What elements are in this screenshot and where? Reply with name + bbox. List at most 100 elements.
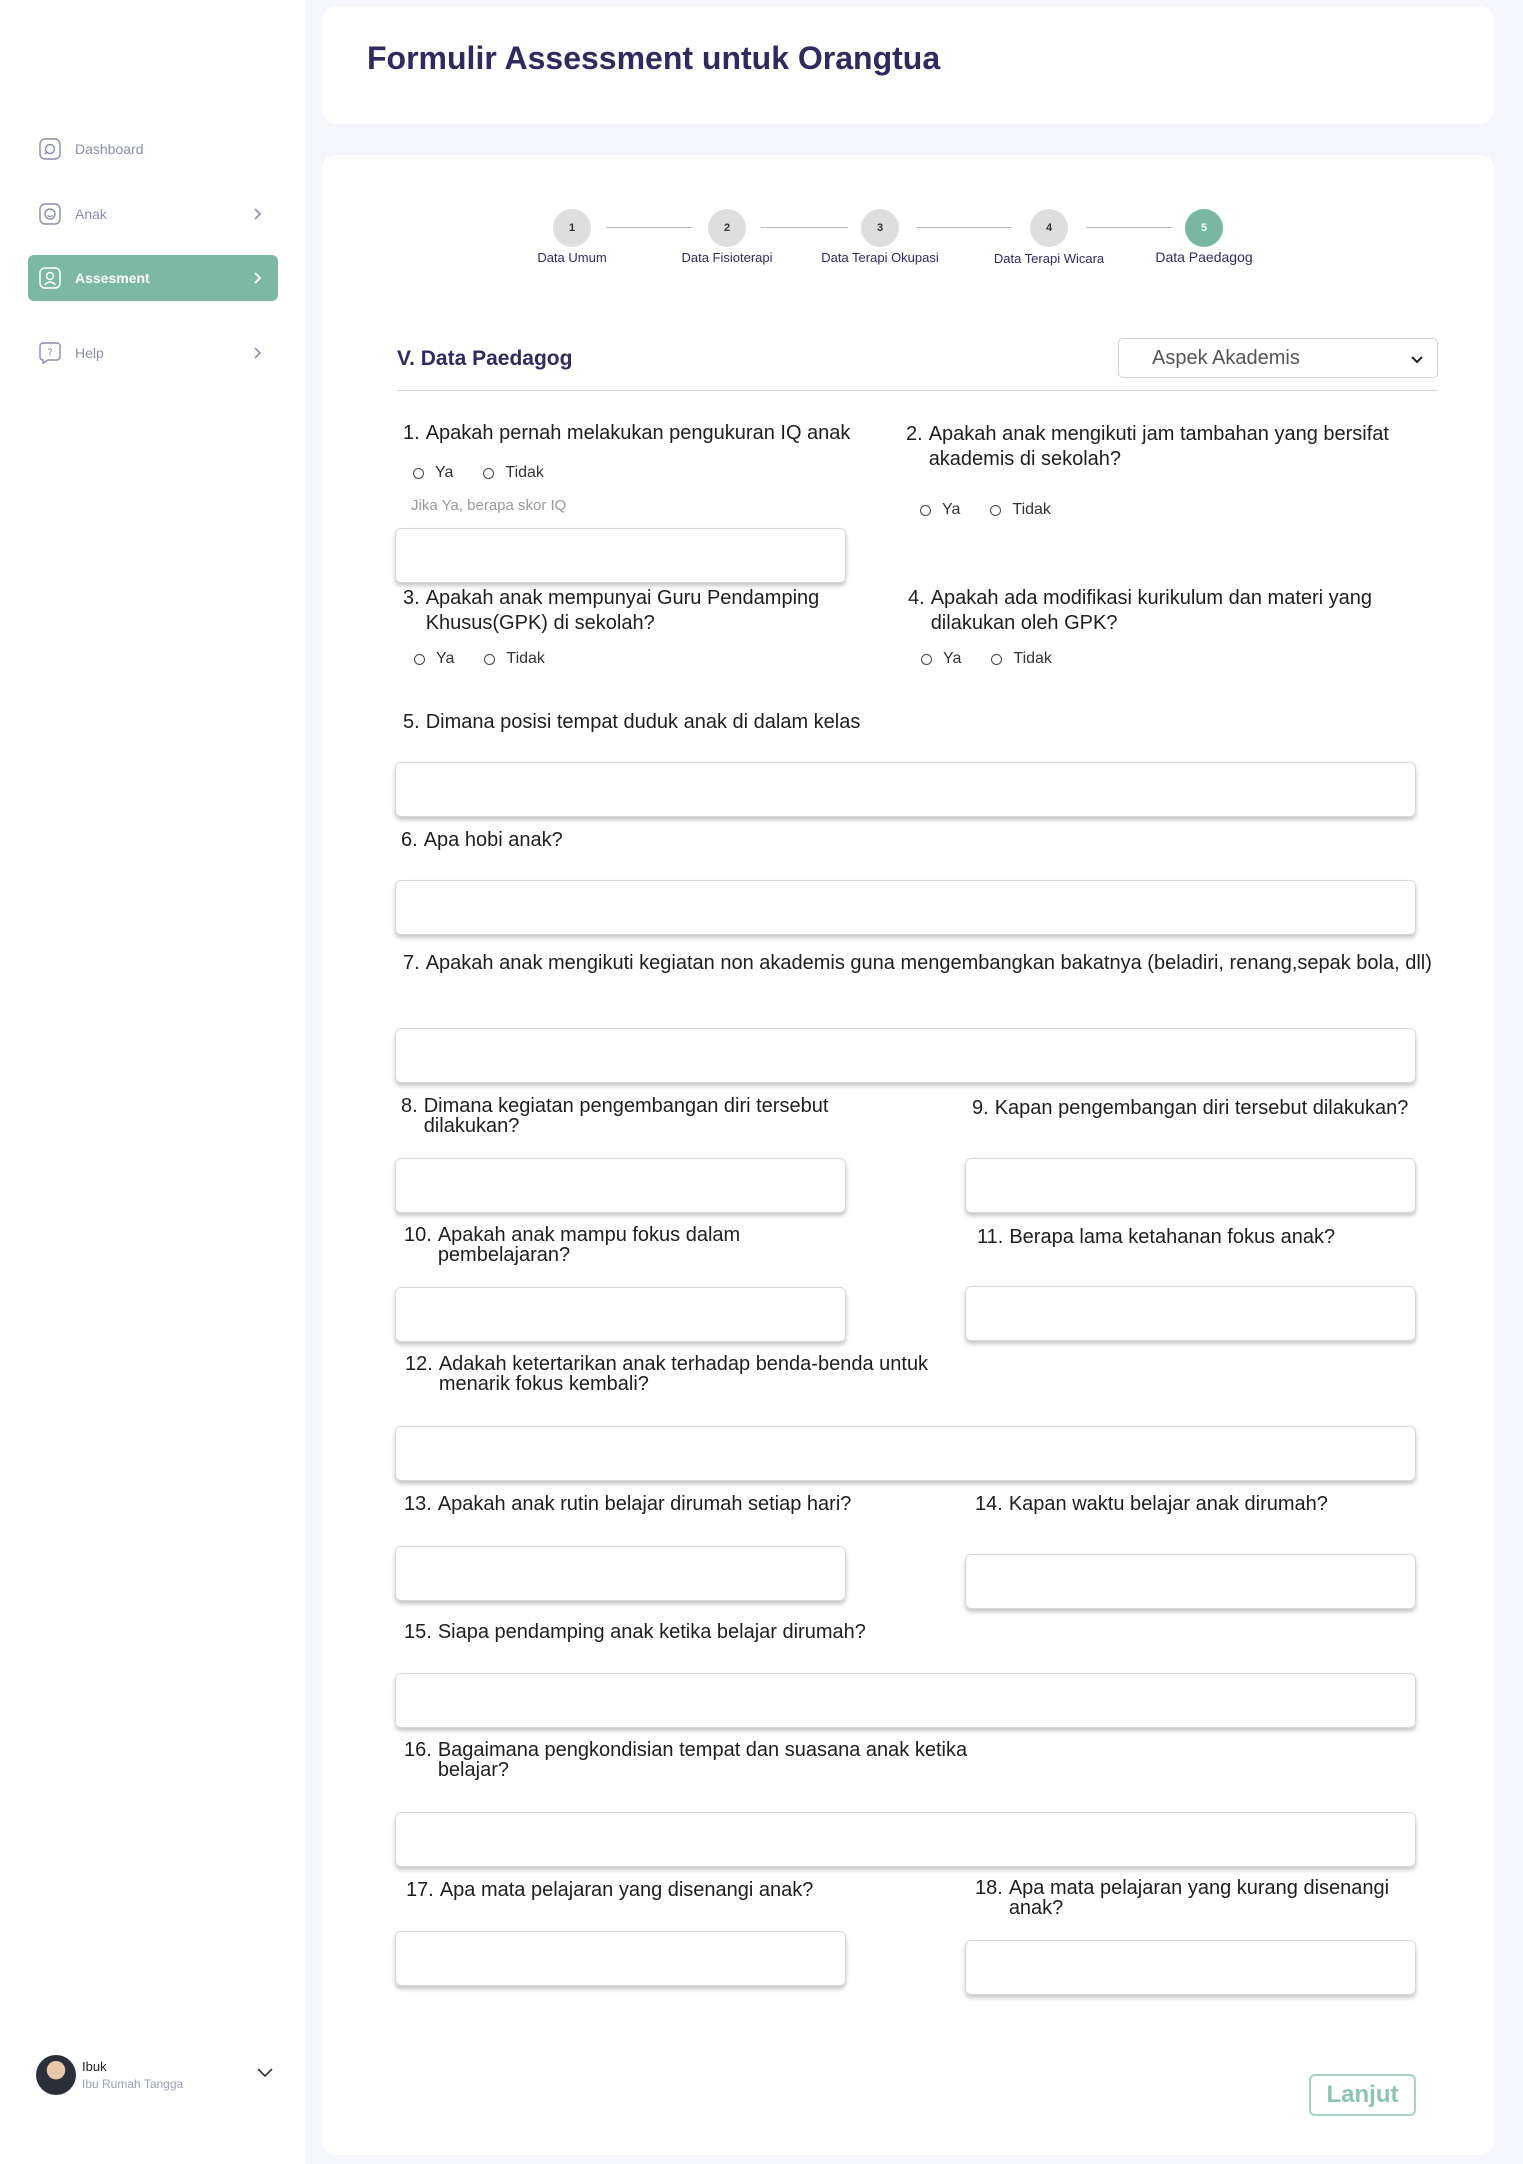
seat-position-input[interactable] <box>395 762 1416 817</box>
stepper: 1 2 3 4 5 Data Umum Data Fisioterapi Dat… <box>323 155 1493 285</box>
next-button[interactable]: Lanjut <box>1309 2074 1416 2116</box>
radio-circle-icon <box>990 504 1002 516</box>
question-number: 3. <box>403 587 420 609</box>
sidebar-item-help[interactable]: ? Help <box>28 330 278 376</box>
avatar <box>36 2055 76 2095</box>
chevron-down-icon[interactable] <box>256 2066 274 2084</box>
question-number: 15. <box>404 1621 432 1643</box>
question-text: Kapan waktu belajar anak dirumah? <box>1008 1493 1328 1515</box>
question-number: 17. <box>406 1879 434 1901</box>
question-text: Apakah anak mengikuti kegiatan non akade… <box>425 952 1432 974</box>
study-time-input[interactable] <box>965 1554 1416 1609</box>
non-academic-activity-input[interactable] <box>395 1028 1416 1083</box>
question-12: 12. Adakah ketertarikan anak terhadap be… <box>405 1354 965 1394</box>
question-text: Apa mata pelajaran yang kurang disenangi… <box>1008 1877 1390 1919</box>
routine-study-input[interactable] <box>395 1546 846 1601</box>
step-1-circle[interactable]: 1 <box>553 209 591 247</box>
focus-duration-input[interactable] <box>965 1286 1416 1341</box>
sidebar-item-dashboard[interactable]: Dashboard <box>28 126 278 172</box>
self-development-time-input[interactable] <box>965 1158 1416 1213</box>
dashboard-icon <box>38 138 61 161</box>
question-17: 17. Apa mata pelajaran yang disenangi an… <box>406 1878 926 1903</box>
chevron-right-icon <box>248 271 268 285</box>
radio-circle-icon <box>483 467 495 479</box>
assessment-form-card: 1 2 3 4 5 Data Umum Data Fisioterapi Dat… <box>323 155 1493 2155</box>
question-text: Kapan pengembangan diri tersebut dilakuk… <box>994 1097 1409 1119</box>
study-environment-input[interactable] <box>395 1812 1416 1867</box>
radio-label: Ya <box>436 650 455 667</box>
question-number: 12. <box>405 1353 433 1375</box>
focus-object-input[interactable] <box>395 1426 1416 1481</box>
radio-ya[interactable]: Ya <box>414 650 454 668</box>
question-text: Apakah pernah melakukan pengukuran IQ an… <box>425 422 851 444</box>
question-16: 16. Bagaimana pengkondisian tempat dan s… <box>404 1740 1024 1780</box>
iq-hint: Jika Ya, berapa skor IQ <box>411 497 567 514</box>
step-4-circle[interactable]: 4 <box>1030 209 1068 247</box>
user-role: Ibu Rumah Tangga <box>82 2077 184 2091</box>
question-number: 14. <box>975 1493 1003 1515</box>
question-13: 13. Apakah anak rutin belajar dirumah se… <box>404 1492 924 1517</box>
question-number: 16. <box>404 1739 432 1761</box>
help-icon: ? <box>38 342 61 365</box>
sidebar-item-label: Anak <box>75 206 107 222</box>
user-name: Ibuk <box>82 2059 107 2074</box>
radio-label: Ya <box>942 501 961 518</box>
question-text: Apakah anak rutin belajar dirumah setiap… <box>437 1493 852 1515</box>
sidebar-item-anak[interactable]: Anak <box>28 191 278 237</box>
step-1-label: Data Umum <box>537 250 607 265</box>
radio-label: Tidak <box>506 650 545 667</box>
sidebar-item-assesment[interactable]: Assesment <box>28 255 278 301</box>
step-connector <box>606 227 693 228</box>
radio-label: Tidak <box>1012 501 1051 518</box>
user-profile[interactable]: Ibuk Ibu Rumah Tangga <box>36 2052 286 2098</box>
question-number: 11. <box>977 1226 1004 1248</box>
step-3-label: Data Terapi Okupasi <box>821 250 939 265</box>
question-number: 8. <box>401 1095 418 1117</box>
radio-circle-icon <box>414 653 425 665</box>
focus-ability-input[interactable] <box>395 1287 846 1342</box>
divider <box>397 390 1438 391</box>
favorite-subject-input[interactable] <box>395 1931 846 1986</box>
question-number: 13. <box>404 1493 432 1515</box>
radio-tidak[interactable]: Tidak <box>483 464 544 482</box>
question-number: 1. <box>403 422 420 444</box>
question-number: 4. <box>908 587 925 609</box>
question-11: 11. Berapa lama ketahanan fokus anak? <box>977 1225 1437 1250</box>
question-text: Adakah ketertarikan anak terhadap benda-… <box>438 1353 929 1395</box>
radio-label: Ya <box>435 464 454 481</box>
question-text: Apakah anak mampu fokus dalam pembelajar… <box>437 1224 741 1266</box>
question-text: Siapa pendamping anak ketika belajar dir… <box>437 1621 866 1643</box>
iq-score-input[interactable] <box>395 528 846 583</box>
child-icon <box>38 203 61 226</box>
question-number: 5. <box>403 711 420 733</box>
question-text: Apakah anak mengikuti jam tambahan yang … <box>928 423 1389 470</box>
question-number: 6. <box>401 829 418 851</box>
step-5-label: Data Paedagog <box>1155 249 1253 265</box>
radio-ya[interactable]: Ya <box>413 464 453 482</box>
radio-tidak[interactable]: Tidak <box>990 501 1051 519</box>
chevron-right-icon <box>248 207 268 221</box>
assessment-icon <box>38 267 61 290</box>
question-10: 10. Apakah anak mampu fokus dalam pembel… <box>404 1225 824 1265</box>
radio-ya[interactable]: Ya <box>920 501 960 519</box>
step-2-circle[interactable]: 2 <box>708 209 746 247</box>
sidebar-item-label: Help <box>75 345 104 361</box>
question-text: Bagaimana pengkondisian tempat dan suasa… <box>437 1739 968 1781</box>
radio-tidak[interactable]: Tidak <box>991 650 1052 668</box>
aspect-select[interactable]: Aspek Akademis <box>1118 338 1438 378</box>
radio-ya[interactable]: Ya <box>921 650 961 668</box>
study-companion-input[interactable] <box>395 1673 1416 1728</box>
step-3-circle[interactable]: 3 <box>861 209 899 247</box>
question-text: Apa hobi anak? <box>423 829 563 851</box>
step-5-circle[interactable]: 5 <box>1185 209 1223 247</box>
step-connector <box>1086 227 1173 228</box>
hobby-input[interactable] <box>395 880 1416 935</box>
self-development-location-input[interactable] <box>395 1158 846 1213</box>
radio-tidak[interactable]: Tidak <box>484 650 545 668</box>
aspect-select-value: Aspek Akademis <box>1152 346 1300 369</box>
least-favorite-subject-input[interactable] <box>965 1940 1416 1995</box>
radio-circle-icon <box>484 653 496 665</box>
question-4: 4. Apakah ada modifikasi kurikulum dan m… <box>908 586 1428 636</box>
question-18: 18. Apa mata pelajaran yang kurang disen… <box>975 1878 1435 1918</box>
question-text: Dimana posisi tempat duduk anak di dalam… <box>425 711 861 733</box>
